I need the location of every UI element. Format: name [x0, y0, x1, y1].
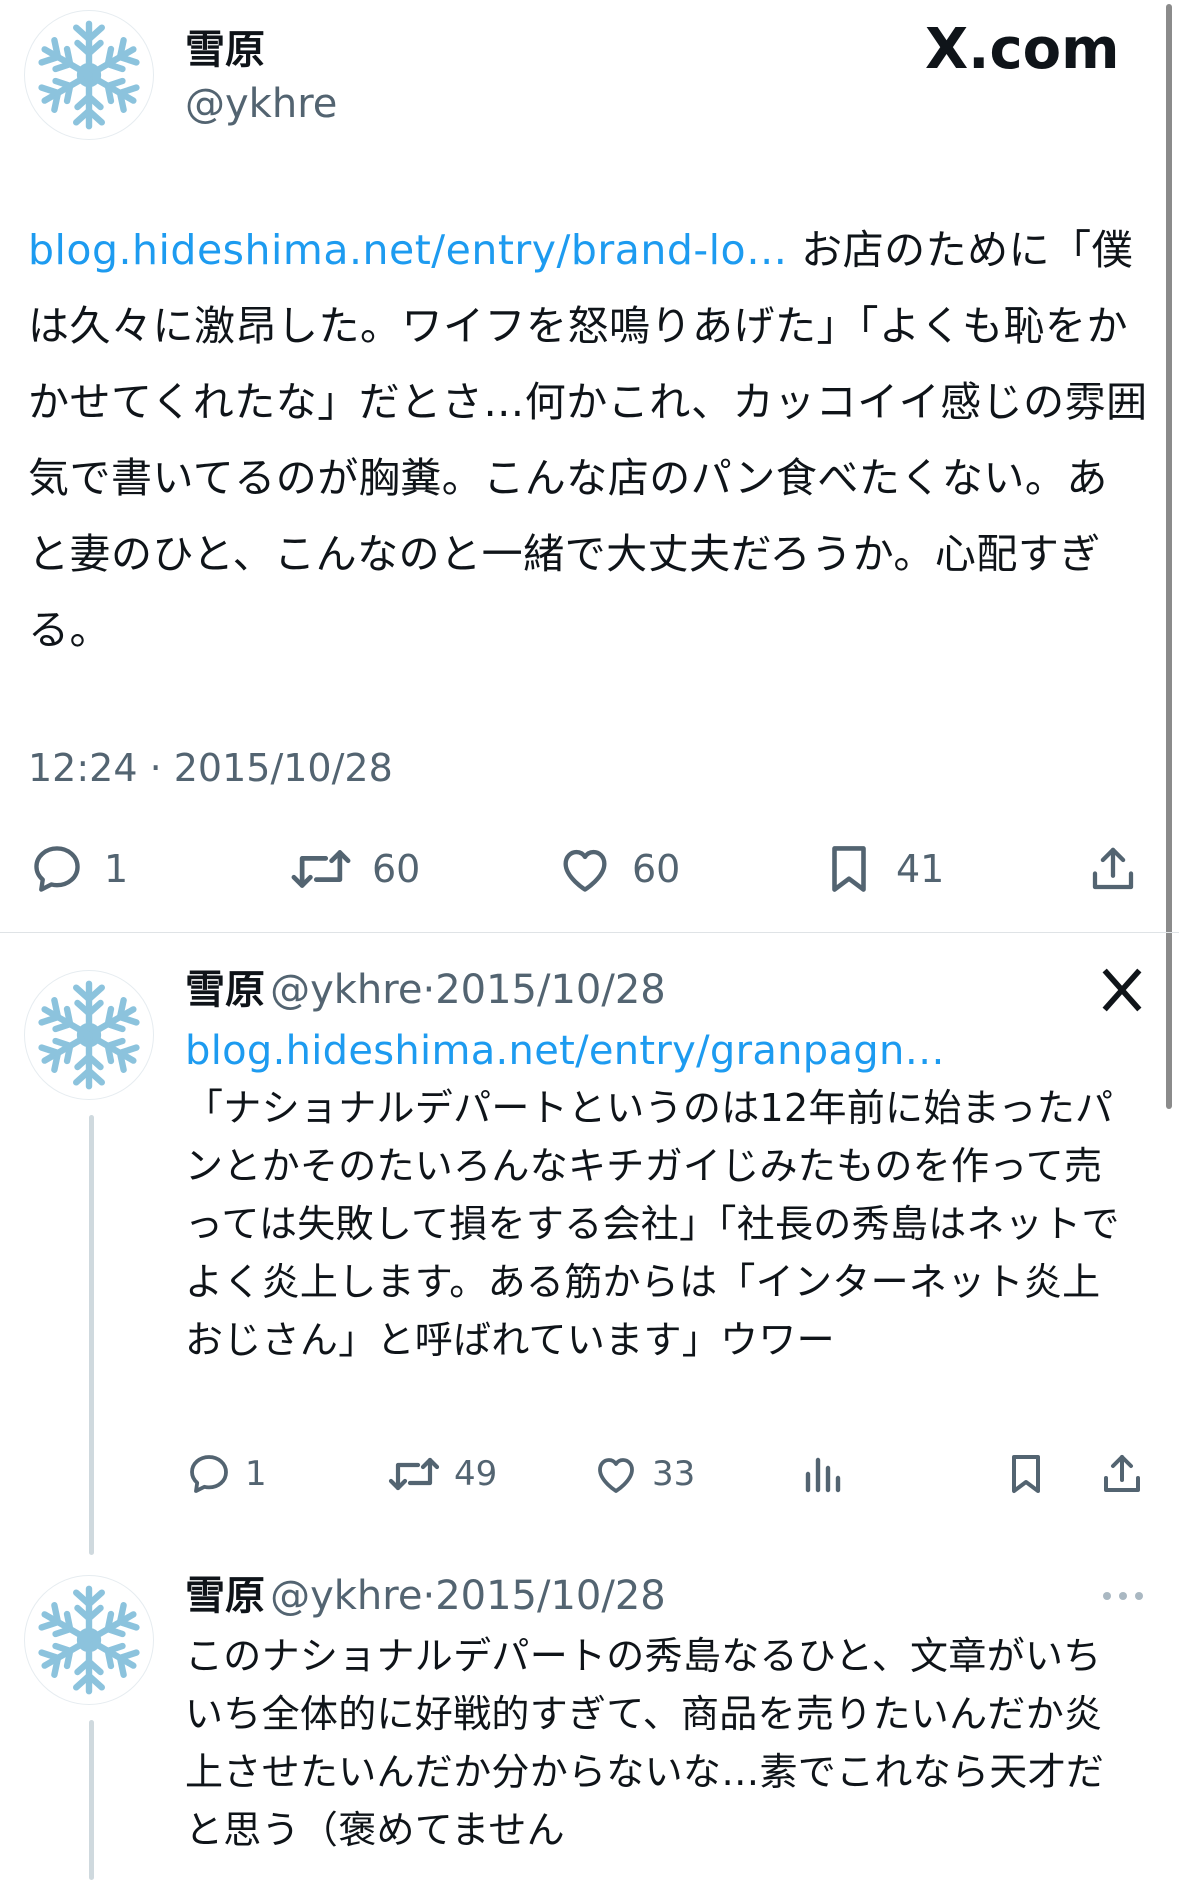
share-button[interactable] [1086, 840, 1140, 898]
reply-icon [34, 846, 80, 892]
retweet-icon [291, 850, 351, 888]
tweet-text-start: お店のために [787, 226, 1051, 274]
avatar[interactable] [24, 970, 154, 1100]
bookmark-icon [1012, 1455, 1040, 1493]
reply-icon [190, 1455, 228, 1493]
retweet-button[interactable]: 60 [288, 840, 420, 898]
tweet-link[interactable]: blog.hideshima.net/entry/brand-lo… [28, 226, 788, 274]
snowflake-icon [38, 20, 140, 130]
retweet-icon [388, 1457, 440, 1491]
bookmark-button[interactable] [1002, 1450, 1050, 1498]
retweet-count: 49 [454, 1454, 498, 1494]
reply-header: 雪原 @ykhre·2015/10/28 [185, 966, 666, 1014]
reply-header: 雪原 @ykhre·2015/10/28 [185, 1572, 666, 1620]
date[interactable]: 2015/10/28 [435, 1573, 666, 1619]
like-icon [598, 1458, 634, 1493]
share-button[interactable] [1098, 1450, 1146, 1498]
reply-link[interactable]: blog.hideshima.net/entry/granpagn… [185, 1022, 945, 1080]
like-icon [563, 849, 607, 892]
views-button[interactable] [798, 1450, 846, 1498]
handle[interactable]: @ykhre [185, 80, 337, 128]
like-count: 60 [632, 847, 681, 891]
display-name[interactable]: 雪原 [185, 26, 265, 74]
bookmark-icon [832, 846, 866, 892]
like-button[interactable]: 33 [592, 1450, 695, 1498]
bookmark-count: 41 [896, 847, 945, 891]
x-logo-icon: X.com [925, 17, 1120, 82]
thread-line [89, 1720, 94, 1880]
display-name[interactable]: 雪原 [185, 967, 265, 1013]
display-name[interactable]: 雪原 [185, 1573, 265, 1619]
retweet-count: 60 [372, 847, 421, 891]
timestamp[interactable]: 12:24 · 2015/10/28 [28, 744, 393, 792]
views-icon [805, 1457, 841, 1493]
avatar[interactable] [24, 1575, 154, 1705]
more-icon[interactable] [1100, 1586, 1146, 1606]
thread-line [89, 1115, 94, 1555]
tweet-text: blog.hideshima.net/entry/brand-lo… お店のため… [28, 212, 1148, 668]
snowflake-icon [38, 1585, 140, 1695]
date[interactable]: 2015/10/28 [435, 967, 666, 1013]
x-logo-icon[interactable] [1096, 964, 1148, 1016]
reply-button[interactable]: 1 [185, 1450, 267, 1498]
retweet-button[interactable]: 49 [386, 1450, 497, 1498]
like-count: 33 [652, 1454, 696, 1494]
reply-count: 1 [245, 1454, 267, 1494]
share-icon [1104, 1455, 1140, 1492]
scrollbar[interactable] [1166, 4, 1172, 1109]
tweet-text-rest: 「僕は久々に激昂した。ワイフを怒鳴りあげた」「よくも恥をかかせてくれたな」だとさ… [28, 226, 1148, 654]
reply-count: 1 [104, 847, 129, 891]
divider [0, 932, 1179, 933]
share-icon [1092, 847, 1134, 890]
handle[interactable]: @ykhre [270, 1573, 422, 1619]
reply-button[interactable]: 1 [28, 840, 128, 898]
handle[interactable]: @ykhre [270, 967, 422, 1013]
like-button[interactable]: 60 [556, 840, 680, 898]
separator: · [422, 1573, 436, 1619]
bookmark-button[interactable]: 41 [820, 840, 944, 898]
snowflake-icon [38, 980, 140, 1090]
reply-text: このナショナルデパートの秀島なるひと、文章がいちいち全体的に好戦的すぎて、商品を… [185, 1634, 1105, 1852]
separator: · [422, 967, 436, 1013]
avatar[interactable] [24, 10, 154, 140]
reply-text: 「ナショナルデパートというのは12年前に始まったパンとかそのたいろんなキチガイじ… [185, 1086, 1120, 1362]
